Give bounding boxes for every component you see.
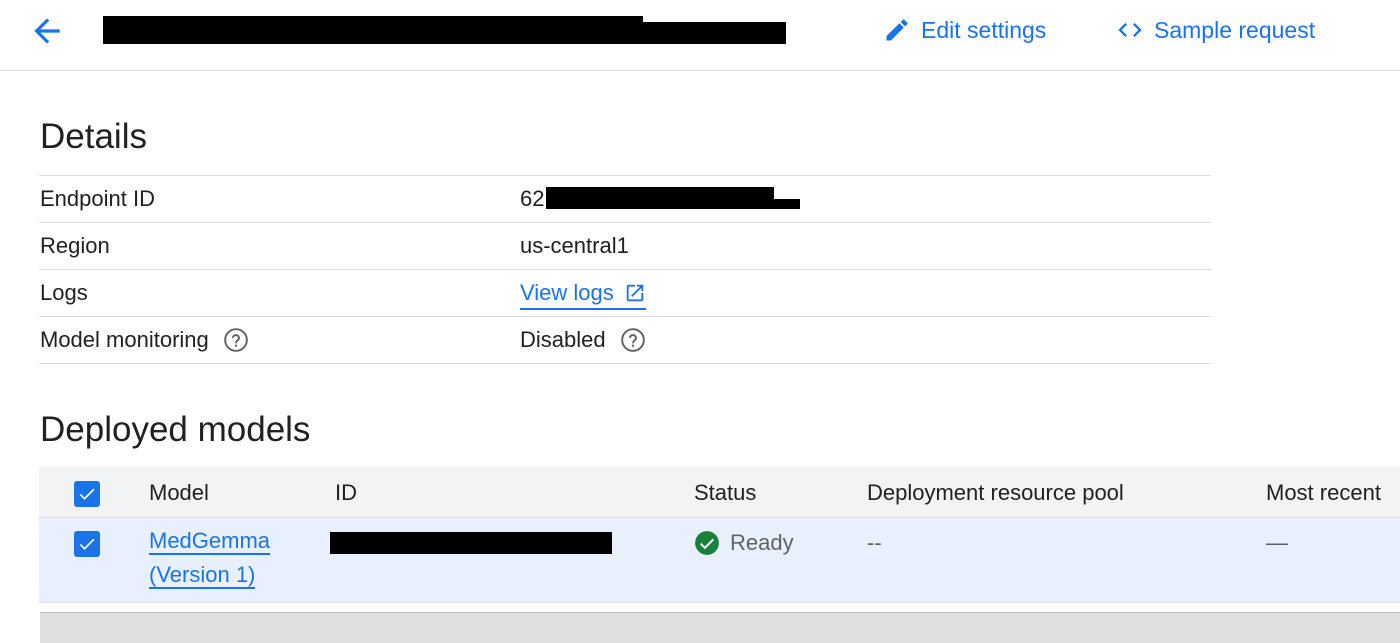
- back-button[interactable]: [28, 12, 66, 50]
- edit-settings-label: Edit settings: [921, 16, 1047, 43]
- open-in-new-icon: [626, 284, 644, 302]
- deployed-models-heading: Deployed models: [40, 410, 311, 449]
- logs-label: Logs: [40, 280, 88, 305]
- endpoint-id-value: 62: [520, 186, 545, 211]
- check-icon: [79, 538, 95, 550]
- top-bar: Edit settings Sample request: [0, 0, 1400, 71]
- column-header-most-recent[interactable]: Most recent: [1266, 480, 1381, 506]
- model-monitoring-value: Disabled: [520, 327, 606, 352]
- question-circle-icon: [223, 328, 248, 352]
- pencil-icon: [886, 19, 908, 41]
- details-row-logs: Logs View logs: [39, 269, 1211, 316]
- check-circle-icon: [695, 531, 719, 555]
- view-logs-label: View logs: [520, 280, 614, 305]
- status-cell: Ready: [694, 530, 794, 556]
- model-monitoring-label-wrap: Model monitoring: [40, 327, 249, 353]
- help-icon[interactable]: [223, 327, 249, 353]
- column-header-status[interactable]: Status: [694, 480, 756, 506]
- column-header-id[interactable]: ID: [335, 480, 357, 506]
- column-header-resource-pool[interactable]: Deployment resource pool: [867, 480, 1124, 506]
- arrow-back-icon: [34, 18, 60, 44]
- details-heading: Details: [40, 117, 147, 156]
- region-label: Region: [40, 233, 110, 258]
- model-monitoring-label: Model monitoring: [40, 327, 209, 352]
- check-icon: [79, 488, 95, 500]
- endpoint-id-label: Endpoint ID: [40, 186, 155, 211]
- status-text: Ready: [730, 530, 794, 555]
- model-name: MedGemma: [149, 528, 271, 555]
- region-value: us-central1: [520, 233, 629, 258]
- sample-request-button[interactable]: Sample request: [1116, 14, 1315, 46]
- redacted-model-id: [330, 532, 612, 554]
- details-row-region: Region us-central1: [39, 222, 1211, 269]
- deployed-models-table: Model ID Status Deployment resource pool…: [39, 467, 1400, 603]
- column-header-model[interactable]: Model: [149, 480, 209, 506]
- edit-settings-button[interactable]: Edit settings: [883, 14, 1046, 46]
- horizontal-scrollbar[interactable]: [40, 612, 1400, 643]
- view-logs-link[interactable]: View logs: [520, 280, 646, 310]
- details-row-model-monitoring: Model monitoring Disabled: [39, 316, 1211, 364]
- resource-pool-value: --: [867, 530, 882, 555]
- row-checkbox[interactable]: [74, 531, 100, 557]
- redacted-endpoint-name: [103, 16, 786, 44]
- model-monitoring-value-wrap: Disabled: [520, 327, 646, 353]
- redacted-endpoint-id: [546, 187, 774, 209]
- model-version: (Version 1): [149, 562, 256, 589]
- table-row[interactable]: MedGemma (Version 1) Ready -- —: [39, 518, 1400, 603]
- most-recent-value: —: [1266, 530, 1288, 555]
- select-all-checkbox[interactable]: [74, 481, 100, 507]
- sample-request-label: Sample request: [1154, 16, 1316, 43]
- table-header-row: Model ID Status Deployment resource pool…: [39, 467, 1400, 518]
- question-circle-icon: [620, 328, 645, 352]
- model-link[interactable]: MedGemma (Version 1): [149, 524, 271, 592]
- redacted-endpoint-id-tail: [770, 199, 800, 209]
- logs-value: View logs: [520, 280, 646, 310]
- help-icon[interactable]: [620, 327, 646, 353]
- code-icon: [1118, 23, 1142, 37]
